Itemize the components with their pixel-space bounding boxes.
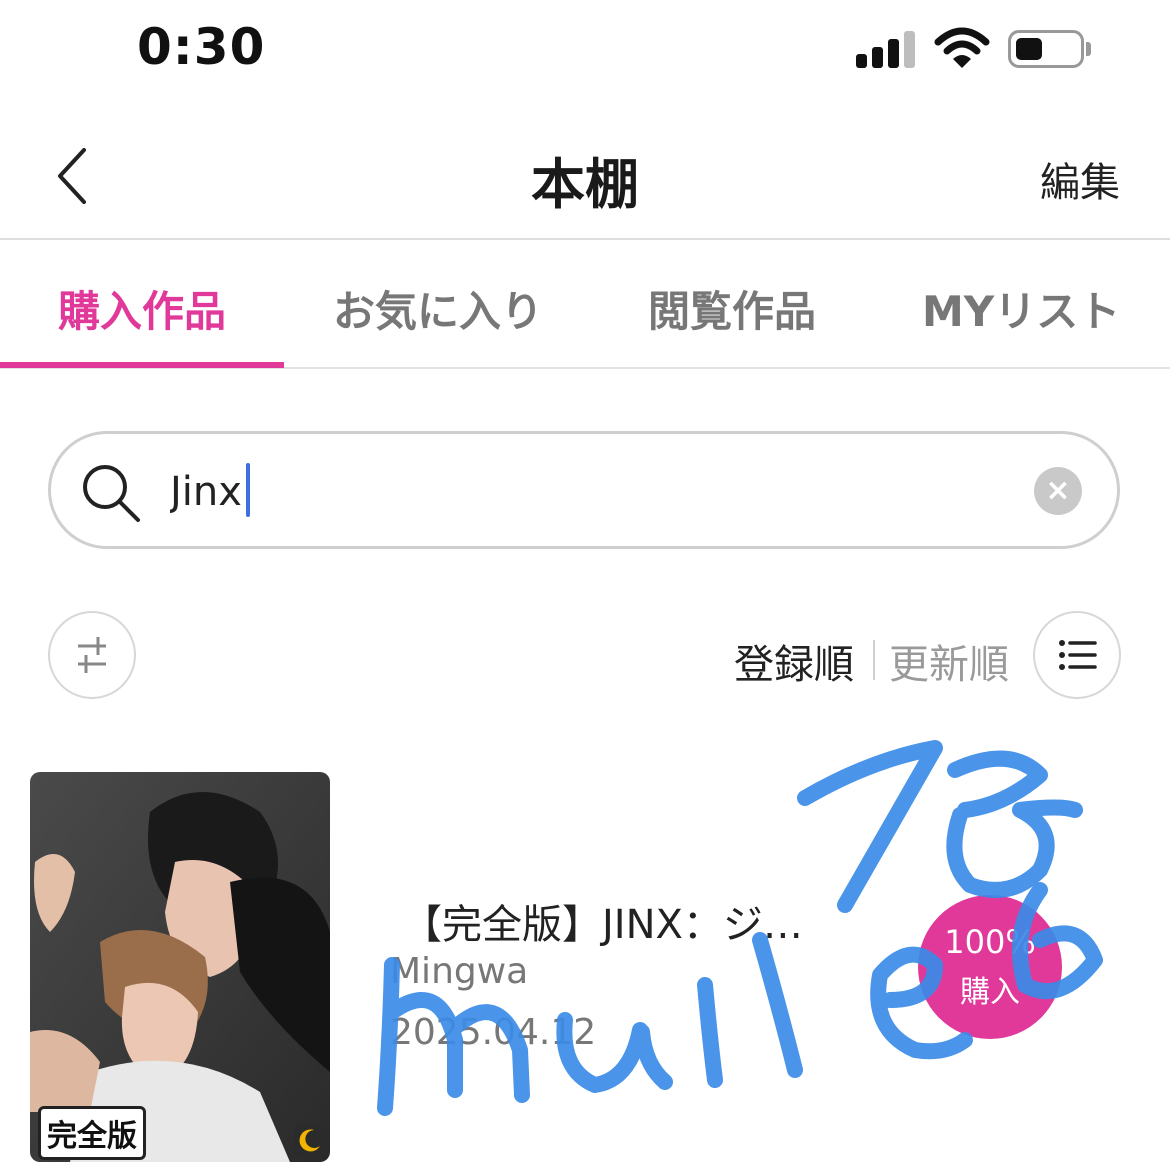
- battery-cap: [1086, 42, 1091, 56]
- purchase-progress-badge: 100% 購入: [918, 895, 1062, 1039]
- page-title: 本棚: [531, 153, 639, 216]
- battery-icon: [1008, 30, 1084, 68]
- tab-favorites[interactable]: お気に入り: [333, 278, 543, 339]
- cellular-signal-icon: [856, 30, 916, 68]
- header-divider: [0, 238, 1170, 240]
- active-tab-indicator: [0, 362, 284, 368]
- wifi-icon: [934, 27, 990, 68]
- sort-by-updated[interactable]: 更新順: [889, 632, 1009, 690]
- list-icon: [1059, 640, 1097, 670]
- tab-purchased[interactable]: 購入作品: [58, 278, 226, 339]
- tab-viewed[interactable]: 閲覧作品: [648, 278, 816, 339]
- progress-label: 購入: [960, 975, 1020, 1010]
- clear-search-button[interactable]: ×: [1034, 467, 1082, 515]
- book-date: 2025.04.12: [390, 1012, 597, 1053]
- text-cursor: [246, 463, 250, 517]
- list-view-button[interactable]: [1033, 611, 1121, 699]
- book-cover-image[interactable]: [30, 772, 330, 1162]
- tab-mylist[interactable]: MYリスト: [922, 278, 1120, 339]
- book-author: Mingwa: [390, 951, 529, 992]
- progress-percent: 100%: [944, 923, 1036, 961]
- search-input[interactable]: [170, 460, 990, 524]
- search-icon: [83, 465, 140, 522]
- sort-separator: [873, 640, 875, 680]
- complete-edition-badge: 完全版: [38, 1106, 146, 1160]
- edit-button[interactable]: 編集: [1040, 150, 1120, 208]
- book-title[interactable]: 【完全版】JINX：ジ…: [402, 892, 803, 950]
- filter-sliders-icon: [78, 637, 106, 673]
- status-time: 0:30: [137, 18, 266, 76]
- filter-button[interactable]: [48, 611, 136, 699]
- moon-icon: [294, 1124, 326, 1156]
- sort-by-registered[interactable]: 登録順: [734, 632, 854, 690]
